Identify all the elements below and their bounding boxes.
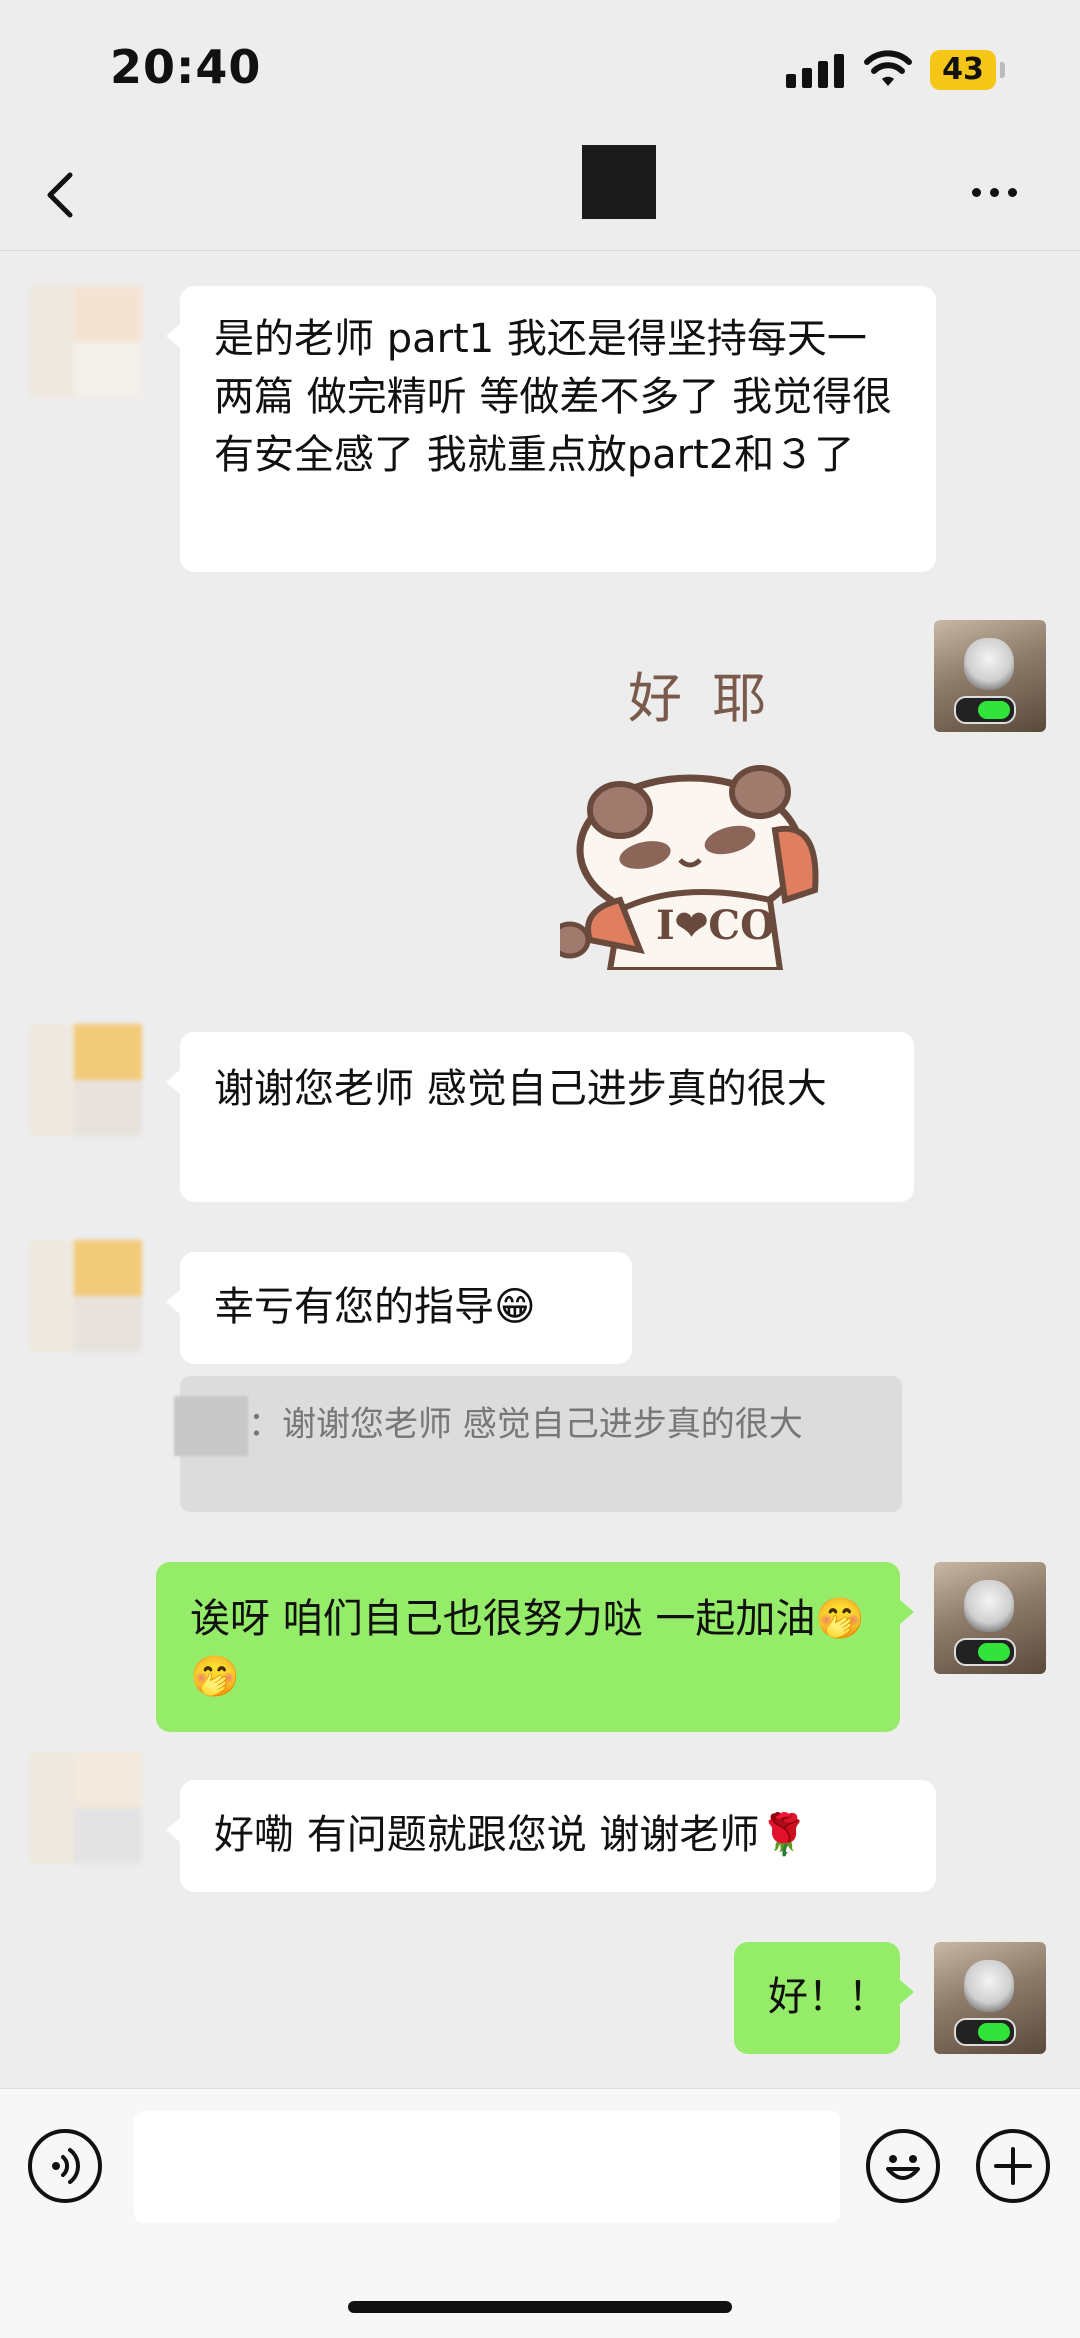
- avatar[interactable]: [934, 1562, 1046, 1674]
- signal-icon: [786, 52, 844, 88]
- emoji-icon[interactable]: [866, 2129, 940, 2203]
- message-bubble[interactable]: 诶呀 咱们自己也很努力哒 一起加油🤭🤭: [156, 1562, 914, 1732]
- quoted-sender: [174, 1396, 248, 1456]
- avatar[interactable]: [30, 1024, 142, 1136]
- avatar[interactable]: [934, 620, 1046, 732]
- home-indicator[interactable]: [348, 2301, 732, 2313]
- message-bubble[interactable]: 幸亏有您的指导😁: [166, 1252, 632, 1364]
- plus-icon[interactable]: [976, 2129, 1050, 2203]
- quoted-message[interactable]: ：谢谢您老师 感觉自己进步真的很大: [174, 1376, 902, 1512]
- status-time: 20:40: [110, 40, 262, 94]
- quoted-text: ：谢谢您老师 感觉自己进步真的很大: [248, 1404, 803, 1445]
- more-icon[interactable]: [972, 172, 1032, 212]
- message-bubble[interactable]: 谢谢您老师 感觉自己进步真的很大: [166, 1032, 914, 1202]
- battery-icon: 43: [930, 50, 996, 90]
- sticker-image[interactable]: 好耶 I❤CO: [560, 640, 860, 970]
- voice-icon[interactable]: [28, 2129, 102, 2203]
- wifi-icon: [864, 50, 912, 86]
- avatar[interactable]: [30, 1240, 142, 1352]
- avatar[interactable]: [30, 286, 142, 398]
- message-input[interactable]: [134, 2111, 840, 2223]
- battery-tip: [1000, 62, 1005, 78]
- message-bubble[interactable]: 好！！: [734, 1942, 914, 2054]
- nav-bar: [0, 140, 1080, 251]
- message-bubble[interactable]: 是的老师 part1 我还是得坚持每天一两篇 做完精听 等做差不多了 我觉得很有…: [166, 286, 936, 572]
- input-bar: [0, 2088, 1080, 2338]
- message-bubble[interactable]: 好嘞 有问题就跟您说 谢谢老师🌹: [166, 1780, 936, 1892]
- chevron-left-icon[interactable]: [32, 165, 92, 225]
- sticker-shirt-text: I❤CO: [656, 902, 775, 949]
- avatar[interactable]: [30, 1752, 142, 1864]
- chat-title: [582, 145, 656, 219]
- avatar[interactable]: [934, 1942, 1046, 2054]
- status-bar: 20:40 43: [0, 0, 1080, 140]
